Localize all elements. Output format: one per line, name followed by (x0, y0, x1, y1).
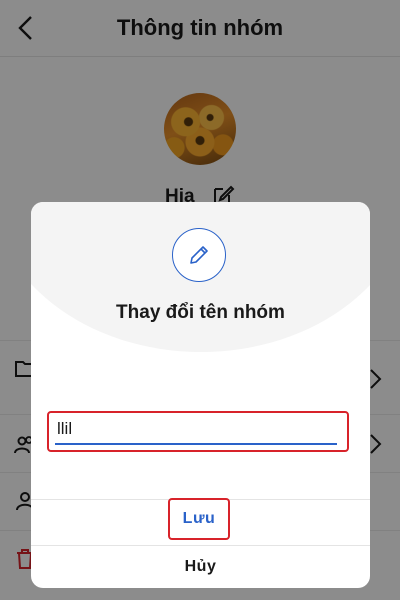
rename-group-dialog: Thay đổi tên nhóm Lưu Hủy (31, 202, 370, 588)
save-button[interactable]: Lưu (170, 500, 228, 538)
dialog-title: Thay đổi tên nhóm (116, 302, 285, 323)
cancel-button[interactable]: Hủy (31, 546, 370, 588)
save-highlight: Lưu (168, 498, 230, 540)
group-name-input[interactable] (55, 415, 337, 445)
input-highlight (47, 411, 349, 452)
pencil-icon (190, 246, 208, 264)
pencil-icon-circle (172, 228, 226, 282)
